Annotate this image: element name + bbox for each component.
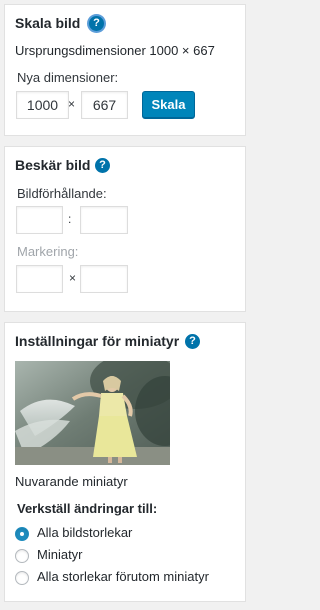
aspect-ratio-height-input[interactable] [80, 206, 128, 234]
radio-thumbnail-option[interactable]: Miniatyr [15, 547, 240, 565]
radio-all-except-thumbnail[interactable] [15, 571, 29, 585]
selection-width-input[interactable] [16, 265, 63, 293]
thumbnail-settings-title: Inställningar för miniatyr [15, 333, 180, 349]
radio-all-except-thumbnail-option[interactable]: Alla storlekar förutom miniatyr [15, 569, 240, 587]
thumbnail-settings-panel: Inställningar för miniatyr ? Nuvarande m… [4, 322, 246, 602]
radio-all-sizes[interactable] [15, 527, 29, 541]
radio-thumbnail-label[interactable]: Miniatyr [37, 547, 83, 562]
selection-label: Markering: [17, 244, 79, 259]
selection-height-input[interactable] [80, 265, 128, 293]
crop-help-icon[interactable]: ? [95, 158, 110, 173]
aspect-ratio-width-input[interactable] [16, 206, 63, 234]
scale-button[interactable]: Skala [142, 91, 195, 119]
apply-changes-label: Verkställ ändringar till: [17, 501, 158, 516]
new-dimensions-label: Nya dimensioner: [17, 70, 119, 85]
selection-separator: × [69, 271, 77, 285]
crop-image-panel: Beskär bild ? Bildförhållande: : Markeri… [4, 146, 246, 312]
thumbnail-help-icon[interactable]: ? [185, 334, 200, 349]
aspect-ratio-separator: : [68, 212, 72, 226]
aspect-ratio-label: Bildförhållande: [17, 186, 107, 201]
crop-image-title: Beskär bild [15, 157, 91, 173]
scale-help-icon[interactable]: ? [89, 16, 104, 31]
current-thumbnail-caption: Nuvarande miniatyr [15, 474, 128, 489]
radio-all-sizes-label[interactable]: Alla bildstorlekar [37, 525, 132, 540]
scale-height-input[interactable] [81, 91, 128, 119]
original-dimensions-text: Ursprungsdimensioner 1000 × 667 [15, 43, 215, 58]
scale-image-panel: Skala bild ? Ursprungsdimensioner 1000 ×… [4, 4, 246, 136]
radio-thumbnail[interactable] [15, 549, 29, 563]
scale-image-title: Skala bild [15, 15, 81, 31]
scale-separator: × [68, 97, 76, 111]
current-thumbnail-image [15, 361, 170, 465]
scale-width-input[interactable] [16, 91, 69, 119]
radio-all-sizes-option[interactable]: Alla bildstorlekar [15, 525, 240, 543]
thumbnail-photo [15, 361, 170, 465]
radio-all-except-thumbnail-label[interactable]: Alla storlekar förutom miniatyr [37, 569, 209, 584]
